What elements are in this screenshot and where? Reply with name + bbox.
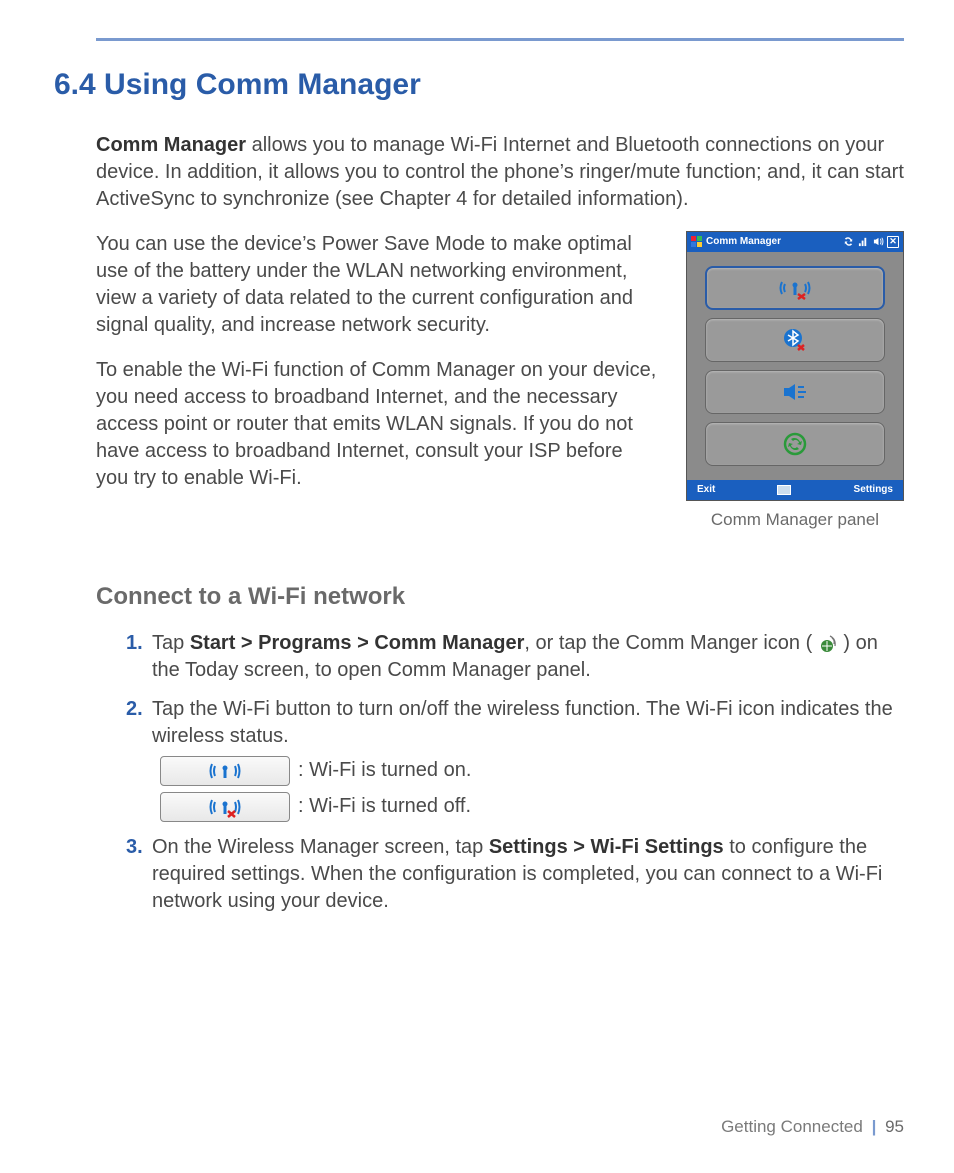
speaker-on-icon	[782, 381, 808, 403]
top-rule	[96, 38, 904, 41]
step-3-text-a: On the Wireless Manager screen, tap	[152, 836, 489, 858]
footer-page-number: 95	[885, 1117, 904, 1136]
activesync-button[interactable]	[705, 422, 885, 466]
footer-chapter: Getting Connected	[721, 1117, 863, 1136]
panel-title-text: Comm Manager	[706, 235, 781, 249]
panel-titlebar: Comm Manager ✕	[687, 232, 903, 252]
panel-caption: Comm Manager panel	[686, 509, 904, 532]
step-1-number: 1.	[126, 630, 143, 657]
intro-lead-bold: Comm Manager	[96, 134, 246, 156]
signal-icon	[857, 236, 869, 248]
wifi-on-button-image	[160, 756, 290, 786]
wifi-toggle-button[interactable]	[705, 266, 885, 310]
keyboard-icon[interactable]	[777, 485, 791, 495]
step-2-number: 2.	[126, 696, 143, 723]
step-1-text-a: Tap	[152, 632, 190, 654]
step-2-text: Tap the Wi-Fi button to turn on/off the …	[152, 698, 893, 747]
wifi-status-off-row: : Wi-Fi is turned off.	[160, 792, 904, 822]
wifi-on-icon	[209, 760, 241, 782]
ringer-toggle-button[interactable]	[705, 370, 885, 414]
bluetooth-toggle-button[interactable]	[705, 318, 885, 362]
step-1-bold: Start > Programs > Comm Manager	[190, 632, 525, 654]
wifi-status-on-row: : Wi-Fi is turned on.	[160, 756, 904, 786]
bluetooth-off-icon	[782, 327, 808, 353]
section-title: 6.4 Using Comm Manager	[54, 65, 904, 106]
step-1-text-c: , or tap the Comm Manger icon (	[524, 632, 817, 654]
panel-settings-button[interactable]: Settings	[854, 483, 893, 497]
panel-exit-button[interactable]: Exit	[697, 483, 715, 497]
comm-manager-tray-icon	[818, 634, 838, 654]
footer-separator: |	[868, 1117, 881, 1136]
intro-paragraph-3: To enable the Wi-Fi function of Comm Man…	[96, 357, 658, 492]
speaker-icon	[872, 236, 884, 248]
sync-icon	[842, 236, 854, 248]
comm-manager-panel: Comm Manager ✕	[686, 231, 904, 501]
panel-bottombar: Exit Settings	[687, 480, 903, 500]
step-1: 1. Tap Start > Programs > Comm Manager, …	[126, 630, 904, 684]
wifi-off-icon	[779, 276, 811, 300]
intro-paragraph-2: You can use the device’s Power Save Mode…	[96, 231, 658, 339]
windows-flag-icon	[691, 236, 703, 248]
sync-circle-icon	[783, 432, 807, 456]
wifi-off-label: : Wi-Fi is turned off.	[298, 793, 471, 820]
subheading: Connect to a Wi-Fi network	[96, 581, 904, 613]
step-2: 2. Tap the Wi-Fi button to turn on/off t…	[126, 696, 904, 822]
wifi-off-button-image	[160, 792, 290, 822]
wifi-off-icon-small	[209, 796, 241, 818]
close-icon[interactable]: ✕	[887, 236, 899, 248]
step-3: 3. On the Wireless Manager screen, tap S…	[126, 834, 904, 915]
step-3-number: 3.	[126, 834, 143, 861]
page-footer: Getting Connected | 95	[721, 1116, 904, 1139]
intro-paragraph-1: Comm Manager allows you to manage Wi-Fi …	[96, 132, 904, 213]
wifi-on-label: : Wi-Fi is turned on.	[298, 757, 471, 784]
step-3-bold: Settings > Wi-Fi Settings	[489, 836, 724, 858]
